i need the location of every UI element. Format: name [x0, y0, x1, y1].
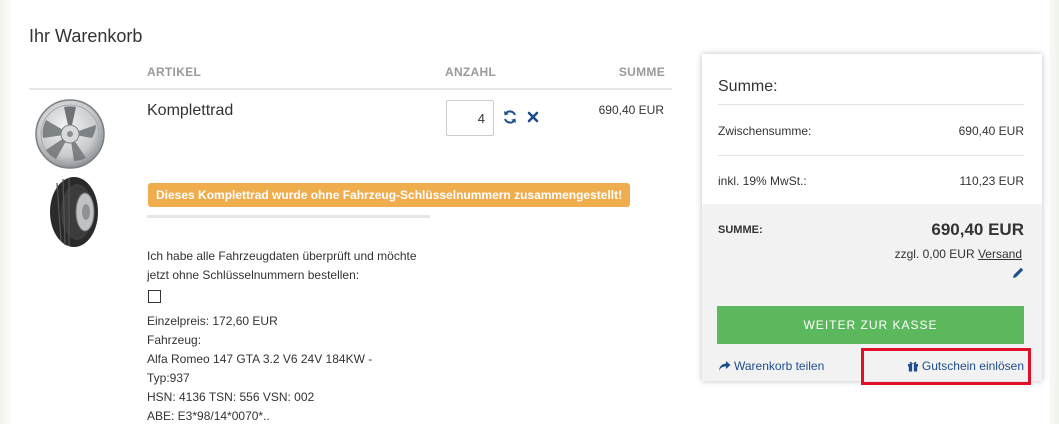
- divider: [147, 215, 430, 218]
- warning-badge: Dieses Komplettrad wurde ohne Fahrzeug-S…: [148, 183, 631, 207]
- background-edge-left: [0, 0, 10, 424]
- share-cart-label: Warenkorb teilen: [734, 359, 825, 373]
- product-details: Einzelpreis: 172,60 EUR Fahrzeug: Alfa R…: [147, 312, 372, 426]
- detail-vehicle: Alfa Romeo 147 GTA 3.2 V6 24V 184KW -: [147, 352, 373, 366]
- column-header-quantity: ANZAHL: [445, 65, 497, 79]
- shipping-link[interactable]: Versand: [978, 247, 1022, 261]
- column-header-article: ARTIKEL: [147, 65, 202, 79]
- background-edge-right: [1049, 0, 1059, 424]
- confirm-text: Ich habe alle Fahrzeugdaten überprüft un…: [147, 249, 417, 282]
- checkout-button[interactable]: WEITER ZUR KASSE: [717, 306, 1024, 344]
- total-label: SUMME:: [718, 224, 763, 236]
- summary-divider: [718, 155, 1024, 156]
- subtotal-label: Zwischensumme:: [718, 124, 812, 138]
- rim-image[interactable]: [34, 98, 106, 170]
- cart-title: Ihr Warenkorb: [29, 26, 143, 46]
- order-summary-panel: Summe: Zwischensumme: 690,40 EUR inkl. 1…: [702, 54, 1042, 381]
- product-name[interactable]: Komplettrad: [147, 102, 233, 120]
- detail-type: Typ:937: [147, 371, 190, 385]
- detail-unit-price: Einzelpreis: 172,60 EUR: [147, 314, 278, 328]
- quantity-input[interactable]: [446, 100, 494, 136]
- refresh-icon[interactable]: [502, 109, 518, 125]
- column-header-total: SUMME: [618, 65, 665, 79]
- detail-vehicle-label: Fahrzeug:: [147, 333, 202, 347]
- total-value: 690,40 EUR: [931, 220, 1024, 239]
- detail-abe: ABE: E3*98/14*0070*..: [147, 409, 270, 423]
- summary-heading: Summe:: [718, 78, 778, 95]
- summary-divider: [718, 104, 1024, 105]
- share-cart-link[interactable]: Warenkorb teilen: [718, 359, 824, 373]
- close-icon[interactable]: [525, 109, 541, 125]
- detail-hsn-tsn: HSN: 4136 TSN: 556 VSN: 002: [147, 390, 315, 404]
- highlight-box: [861, 348, 1031, 385]
- tax-value: 110,23 EUR: [959, 174, 1024, 188]
- share-icon: [719, 361, 731, 371]
- pencil-icon[interactable]: [1012, 266, 1025, 279]
- shipping-prefix: zzgl. 0,00 EUR: [894, 247, 978, 261]
- subtotal-value: 690,40 EUR: [958, 124, 1024, 138]
- cart-table-header: ARTIKEL ANZAHL SUMME: [29, 60, 672, 90]
- tire-image[interactable]: [47, 175, 101, 249]
- tax-label: inkl. 19% MwSt.:: [718, 174, 807, 188]
- shipping-info: zzgl. 0,00 EUR Versand: [895, 247, 1022, 261]
- confirm-checkbox[interactable]: [148, 290, 161, 303]
- line-total: 690,40 EUR: [598, 103, 664, 117]
